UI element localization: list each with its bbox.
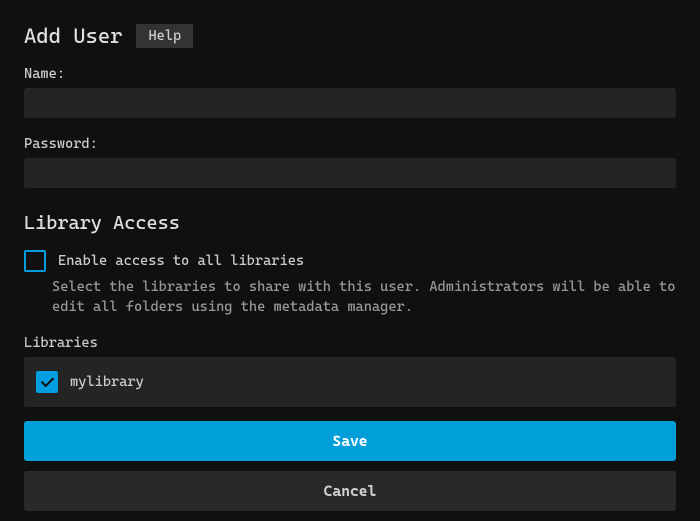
enable-all-checkbox[interactable] — [24, 250, 46, 272]
name-label: Name: — [24, 66, 676, 82]
page-title: Add User — [24, 24, 122, 48]
name-input[interactable] — [24, 88, 676, 118]
libraries-label: Libraries — [24, 335, 676, 351]
list-item: mylibrary — [36, 371, 664, 393]
cancel-button[interactable]: Cancel — [24, 471, 676, 511]
library-help-text: Select the libraries to share with this … — [52, 278, 676, 317]
save-button[interactable]: Save — [24, 421, 676, 461]
enable-all-label: Enable access to all libraries — [58, 253, 304, 269]
page-header: Add User Help — [24, 24, 676, 48]
help-button[interactable]: Help — [136, 24, 193, 48]
library-item-label: mylibrary — [70, 374, 144, 390]
password-input[interactable] — [24, 158, 676, 188]
enable-all-row: Enable access to all libraries — [24, 250, 676, 272]
password-label: Password: — [24, 136, 676, 152]
library-item-checkbox[interactable] — [36, 371, 58, 393]
libraries-list: mylibrary — [24, 357, 676, 407]
library-access-title: Library Access — [24, 212, 676, 234]
